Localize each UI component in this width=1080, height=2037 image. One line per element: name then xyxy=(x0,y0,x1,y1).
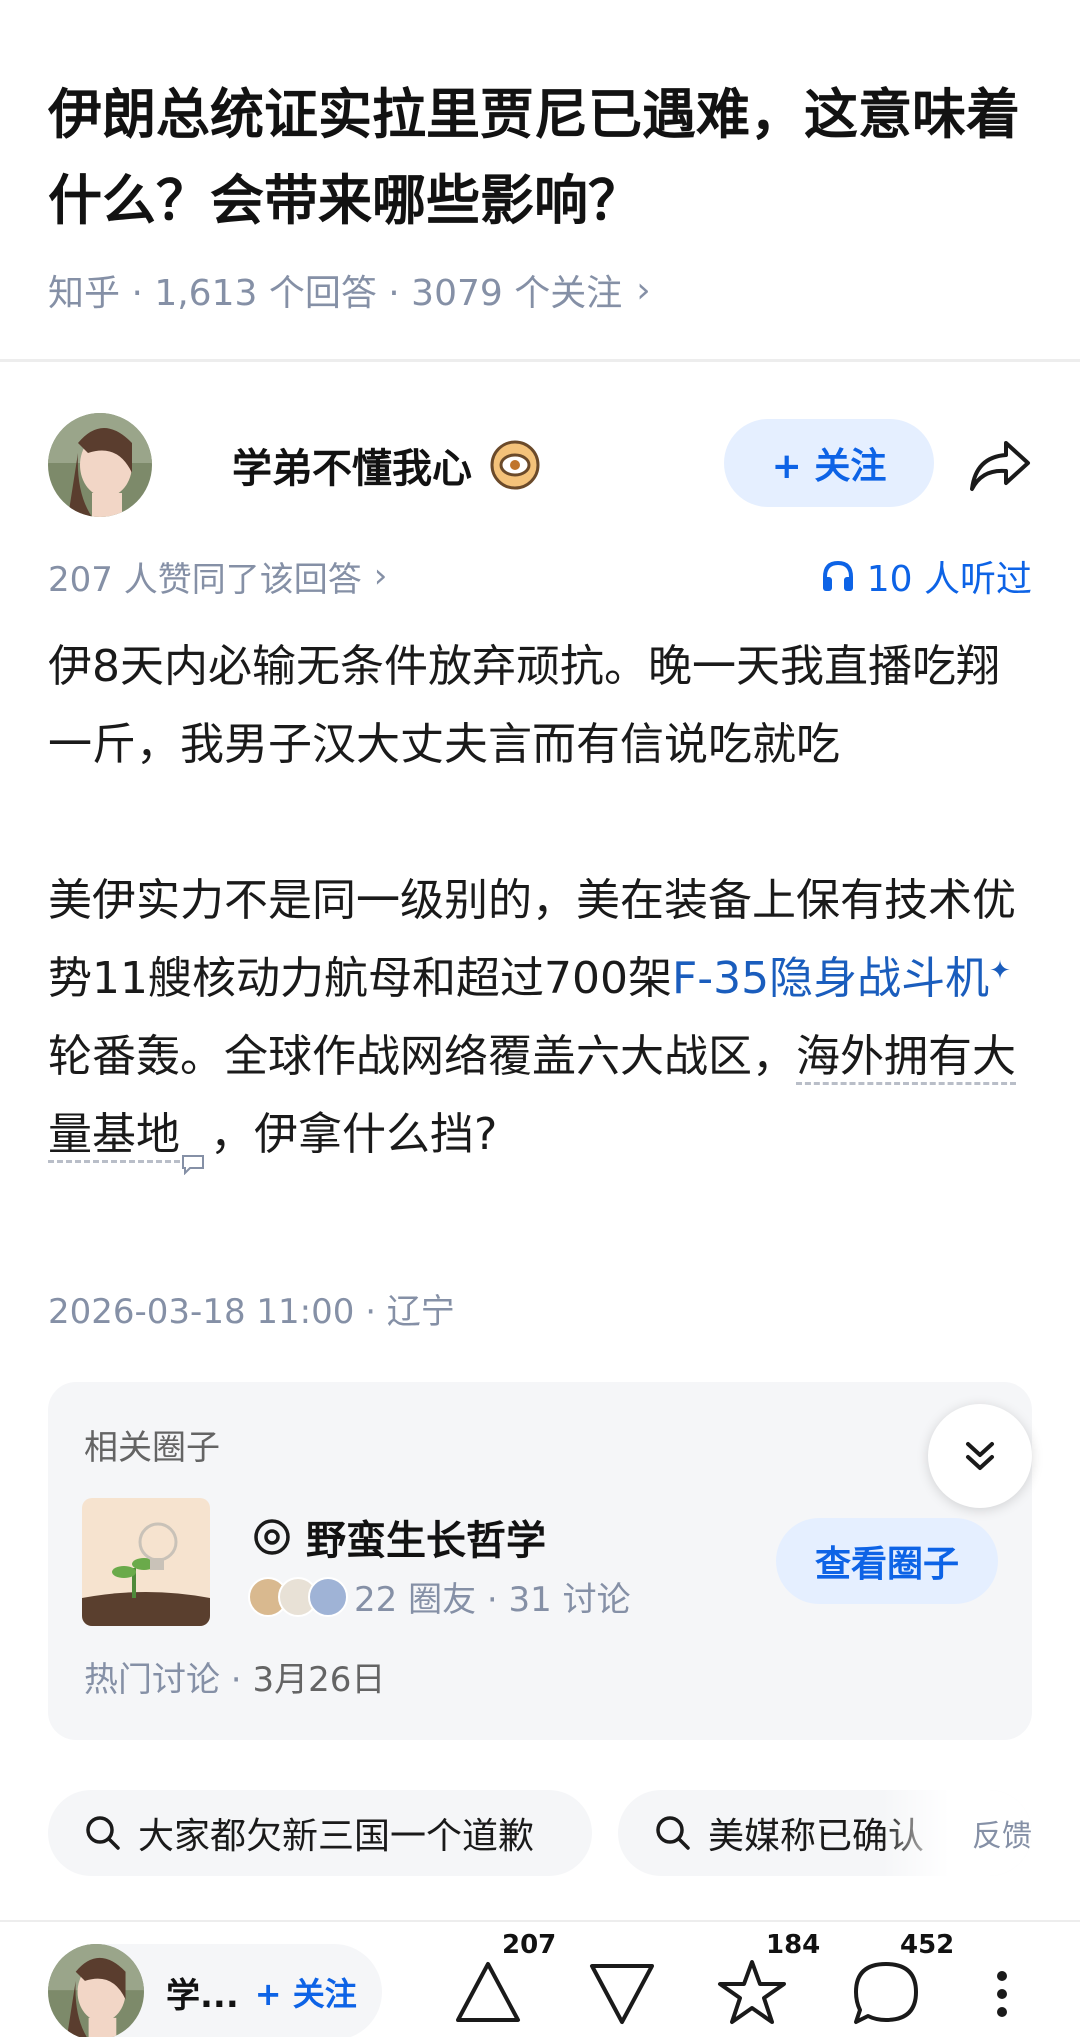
comment-icon[interactable] xyxy=(846,1952,926,2032)
feedback-text: 反馈 xyxy=(972,1819,1032,1854)
favorite-star-icon[interactable] xyxy=(712,1952,792,2032)
circle-hot-discussion[interactable]: 热门讨论 · 3月26日 xyxy=(84,1652,385,1701)
answer-text: 轮番轰。全球作战网络覆盖六大战区， xyxy=(48,1031,796,1082)
circle-name-row[interactable]: 野蛮生长哲学 xyxy=(252,1508,546,1566)
headphones-icon xyxy=(822,560,853,591)
share-icon[interactable] xyxy=(968,435,1032,495)
bottom-author-name: 学... xyxy=(166,1975,239,2016)
f35-link[interactable]: F-35隐身战斗机 xyxy=(672,953,989,1004)
listen-count[interactable]: 10 人听过 xyxy=(821,548,1032,604)
member-avatar xyxy=(308,1576,348,1617)
answer-text: ，伊拿什么挡? xyxy=(210,1109,498,1160)
upvote-count: 207 xyxy=(502,1930,557,1960)
hot-discussion-date: 3月26日 xyxy=(252,1660,386,1700)
question-header: 伊朗总统证实拉里贾尼已遇难，这意味着什么？会带来哪些影响？ 知乎 · 1,613… xyxy=(0,0,1080,362)
downvote-icon[interactable] xyxy=(582,1952,662,2032)
sparkle-icon: ✦ xyxy=(989,956,1011,986)
listen-text: 10 人听过 xyxy=(866,559,1032,600)
related-search-row: 大家都欠新三国一个道歉 美媒称已确认 反馈 xyxy=(48,1790,1032,1876)
bottom-action-bar: 学... + 关注 207 184 452 xyxy=(0,1920,1080,2037)
comment-bubble-icon[interactable] xyxy=(180,1153,206,1175)
member-avatars xyxy=(248,1576,348,1617)
question-meta[interactable]: 知乎 · 1,613 个回答 · 3079 个关注 › xyxy=(48,264,1032,316)
double-chevron-down-icon xyxy=(966,1442,994,1470)
chevron-right-icon: › xyxy=(636,269,651,311)
circle-stats-row: 22 圈友 · 31 讨论 xyxy=(248,1572,631,1621)
favorite-count: 184 xyxy=(766,1930,821,1960)
circle-logo-icon xyxy=(254,1519,290,1555)
search-chip[interactable]: 美媒称已确认 反馈 xyxy=(618,1790,1032,1876)
question-title[interactable]: 伊朗总统证实拉里贾尼已遇难，这意味着什么？会带来哪些影响？ xyxy=(48,72,1032,244)
search-icon xyxy=(86,1816,120,1850)
verified-badge-icon xyxy=(490,440,540,490)
circle-header: 相关圈子 xyxy=(84,1428,220,1468)
vote-summary-row: 207 人赞同了该回答 › 10 人听过 xyxy=(48,548,1032,604)
view-circle-button[interactable]: 查看圈子 xyxy=(776,1518,998,1604)
feedback-link[interactable]: 反馈 xyxy=(882,1790,1032,1876)
bottom-author-pill[interactable]: 学... + 关注 xyxy=(48,1944,382,2037)
comment-count: 452 xyxy=(900,1930,955,1960)
bottom-author-avatar[interactable] xyxy=(48,1944,144,2037)
circle-thumbnail xyxy=(82,1498,210,1626)
search-chip[interactable]: 大家都欠新三国一个道歉 xyxy=(48,1790,592,1876)
author-row: 学弟不懂我心 + 关注 xyxy=(48,411,1032,519)
hot-discussion-label: 热门讨论 · xyxy=(84,1660,253,1700)
search-icon xyxy=(656,1816,690,1850)
follow-button[interactable]: + 关注 xyxy=(724,419,934,507)
answer-content[interactable]: 伊8天内必输无条件放弃顽抗。晚一天我直播吃翔一斤，我男子汉大丈夫言而有信说吃就吃… xyxy=(48,628,1038,1175)
collapse-button[interactable] xyxy=(928,1404,1032,1508)
answer-paragraph-1: 伊8天内必输无条件放弃顽抗。晚一天我直播吃翔一斤，我男子汉大丈夫言而有信说吃就吃 xyxy=(48,641,1000,770)
post-time-location: 2026-03-18 11:00 · 辽宁 xyxy=(48,1292,455,1332)
circle-name: 野蛮生长哲学 xyxy=(306,1518,546,1564)
more-icon[interactable] xyxy=(990,1952,1014,2032)
author-name[interactable]: 学弟不懂我心 xyxy=(232,436,472,494)
vote-summary[interactable]: 207 人赞同了该回答 xyxy=(48,552,362,601)
answer-paragraph-2: 美伊实力不是同一级别的，美在装备上保有技术优势11艘核动力航母和超过700架F-… xyxy=(48,862,1038,1175)
circle-stats: 22 圈友 · 31 讨论 xyxy=(354,1580,631,1620)
bottom-follow-button[interactable]: + 关注 xyxy=(255,1969,357,2015)
upvote-icon[interactable] xyxy=(448,1952,528,2032)
chevron-right-icon: › xyxy=(373,556,388,596)
related-circle-card[interactable]: 相关圈子 野蛮生长哲学 22 圈友 · 31 讨论 查看圈子 热门讨论 · 3月… xyxy=(48,1382,1032,1740)
search-chip-text: 大家都欠新三国一个道歉 xyxy=(138,1816,535,1857)
question-meta-text: 知乎 · 1,613 个回答 · 3079 个关注 xyxy=(48,273,623,314)
author-avatar[interactable] xyxy=(48,413,152,517)
